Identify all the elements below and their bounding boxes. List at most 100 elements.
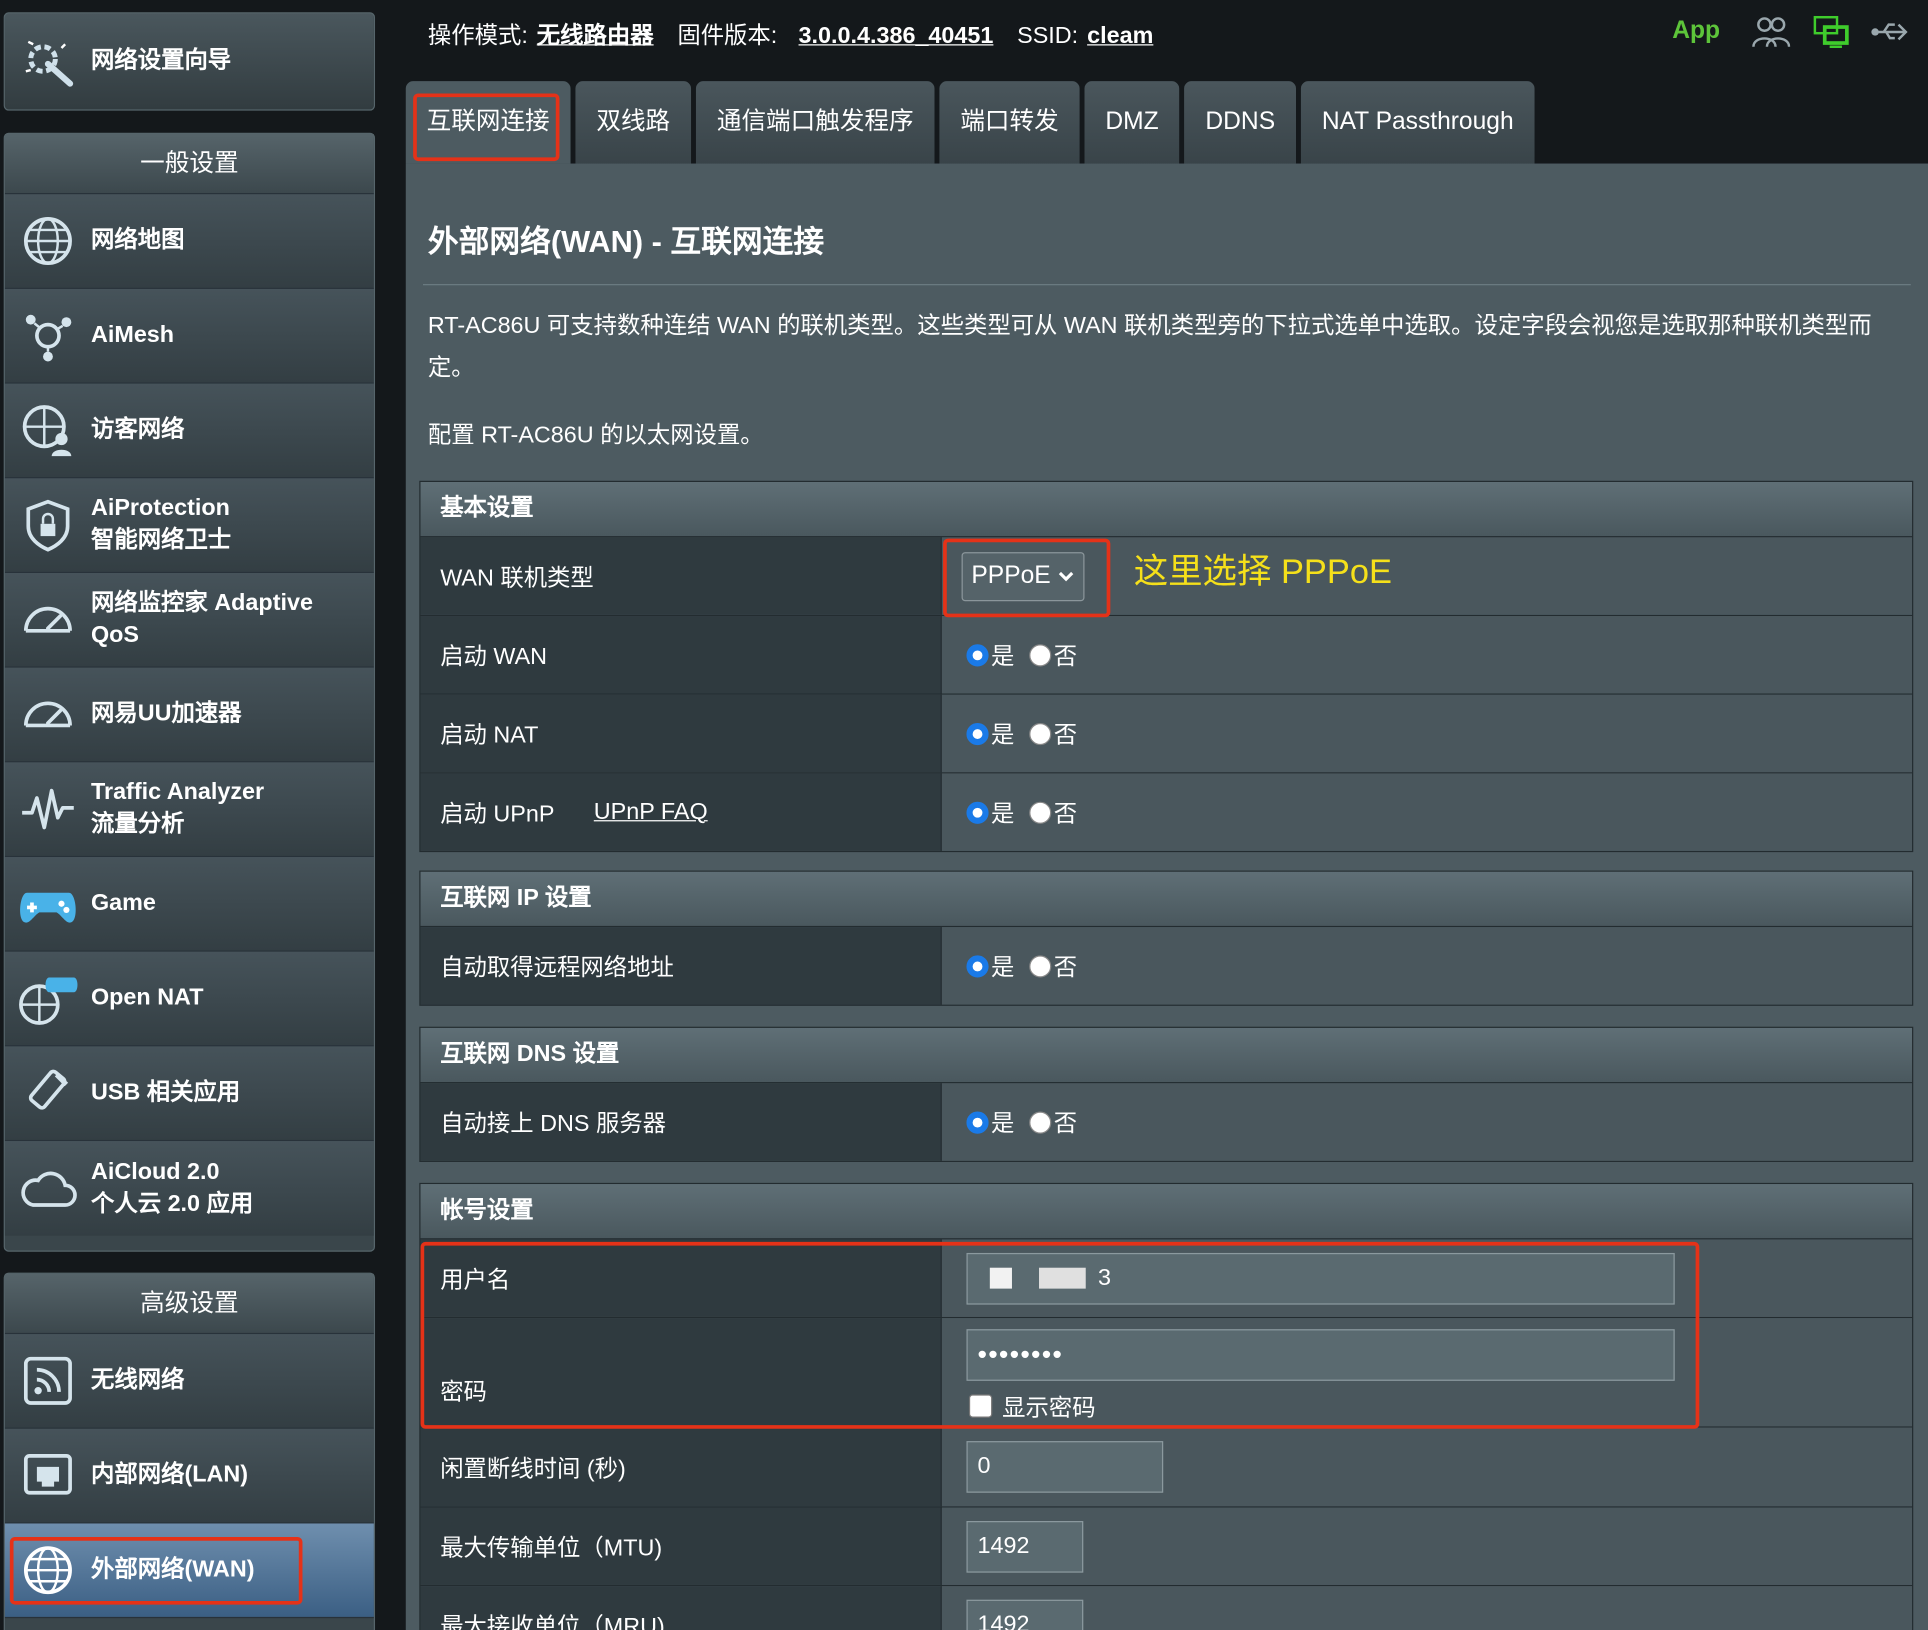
clients-icon[interactable] xyxy=(1751,15,1791,49)
wizard-label: 网络设置向导 xyxy=(90,47,232,74)
sidebar-item-adaptive-qos[interactable]: 网络监控家 Adaptive QoS xyxy=(4,572,374,668)
general-settings-menu: 一般设置 网络地图 AiMesh 访客网络 AiProtection 智能网络卫… xyxy=(3,132,376,1252)
auto-dns-row: 自动接上 DNS 服务器 是 否 xyxy=(420,1083,1913,1161)
page-description: RT-AC86U 可支持数种连结 WAN 的联机类型。这些类型可从 WAN 联机… xyxy=(427,313,1872,382)
quick-setup-wizard[interactable]: 网络设置向导 xyxy=(3,12,376,111)
mtu-input[interactable]: 1492 xyxy=(966,1520,1084,1573)
internet-ip-table: 互联网 IP 设置 自动取得远程网络地址 是 否 xyxy=(419,870,1914,1006)
wan-type-highlight xyxy=(943,538,1111,618)
enable-wan-yes-radio[interactable] xyxy=(966,643,989,666)
open-nat-icon xyxy=(17,968,78,1029)
yes-label: 是 xyxy=(991,1111,1015,1138)
sidebar-item-label: Game xyxy=(90,890,156,917)
title-divider xyxy=(422,284,1911,286)
sidebar-item-traffic-analyzer[interactable]: Traffic Analyzer 流量分析 xyxy=(4,762,374,858)
sidebar-item-aiprotection[interactable]: AiProtection 智能网络卫士 xyxy=(4,478,374,573)
idle-timeout-row: 闲置断线时间 (秒) 0 xyxy=(420,1427,1913,1508)
mru-input[interactable]: 1492 xyxy=(966,1599,1084,1630)
firmware-version-link[interactable]: 3.0.0.4.386_40451 xyxy=(799,23,994,49)
shield-lock-icon xyxy=(17,494,78,555)
tab-highlight xyxy=(413,93,560,162)
sidebar-item-game[interactable]: Game xyxy=(4,857,374,952)
basic-settings-heading: 基本设置 xyxy=(420,482,1913,538)
sidebar-item-label: AiProtection 智能网络卫士 xyxy=(90,495,232,554)
network-status-icon[interactable] xyxy=(1812,15,1851,49)
wan-menu-highlight xyxy=(9,1537,303,1605)
traffic-wave-icon xyxy=(17,778,78,839)
auto-dns-no-radio[interactable] xyxy=(1029,1110,1052,1134)
no-label: 否 xyxy=(1053,723,1078,749)
mesh-icon xyxy=(17,305,78,366)
no-label: 否 xyxy=(1053,801,1078,828)
sidebar-item-label: 无线网络 xyxy=(90,1367,185,1394)
sidebar-item-open-nat[interactable]: Open NAT xyxy=(4,951,374,1047)
ssid-link[interactable]: cleam xyxy=(1087,23,1153,49)
wireless-icon xyxy=(17,1350,78,1411)
mtu-label: 最大传输单位（MTU) xyxy=(420,1507,942,1585)
sidebar-item-lan[interactable]: 内部网络(LAN) xyxy=(4,1428,374,1524)
wan-tabs: 互联网连接 双线路 通信端口触发程序 端口转发 DMZ DDNS NAT Pas… xyxy=(405,81,1535,164)
app-link[interactable]: App xyxy=(1672,17,1720,45)
auto-ip-yes-radio[interactable] xyxy=(966,954,989,977)
tab-dual-wan[interactable]: 双线路 xyxy=(575,81,692,164)
sidebar-item-aicloud[interactable]: AiCloud 2.0 个人云 2.0 应用 xyxy=(4,1141,374,1236)
enable-wan-label: 启动 WAN xyxy=(420,616,942,694)
enable-upnp-row: 启动 UPnP UPnP FAQ 是 否 xyxy=(420,773,1913,851)
mru-label: 最大接收单位（MRU) xyxy=(420,1586,942,1630)
tab-nat-passthrough[interactable]: NAT Passthrough xyxy=(1300,81,1535,164)
internet-dns-table: 互联网 DNS 设置 自动接上 DNS 服务器 是 否 xyxy=(419,1026,1914,1162)
content-panel: 外部网络(WAN) - 互联网连接 RT-AC86U 可支持数种连结 WAN 的… xyxy=(405,163,1928,1630)
enable-nat-yes-radio[interactable] xyxy=(966,722,989,745)
upnp-faq-link[interactable]: UPnP FAQ xyxy=(594,799,708,826)
enable-wan-no-radio[interactable] xyxy=(1029,643,1052,666)
idle-timeout-input[interactable]: 0 xyxy=(966,1441,1164,1493)
operation-mode-label: 操作模式: xyxy=(427,23,528,50)
guest-network-icon xyxy=(17,400,78,461)
sidebar-item-usb-apps[interactable]: USB 相关应用 xyxy=(4,1046,374,1142)
sidebar-item-network-map[interactable]: 网络地图 xyxy=(4,194,374,289)
mru-row: 最大接收单位（MRU) 1492 xyxy=(420,1586,1913,1630)
enable-nat-row: 启动 NAT 是 否 xyxy=(420,694,1913,774)
firmware-label: 固件版本: xyxy=(677,23,778,50)
enable-upnp-yes-radio[interactable] xyxy=(966,801,989,824)
gamepad-icon xyxy=(17,873,78,934)
router-admin-page: 网络设置向导 一般设置 网络地图 AiMesh 访客网络 AiProtectio… xyxy=(0,0,1928,1630)
tab-port-trigger[interactable]: 通信端口触发程序 xyxy=(695,81,935,164)
internet-dns-heading: 互联网 DNS 设置 xyxy=(420,1027,1913,1084)
sidebar-item-label: AiMesh xyxy=(90,322,175,348)
sidebar-item-label: Open NAT xyxy=(90,984,204,1011)
sidebar-item-uu-accelerator[interactable]: 网易UU加速器 xyxy=(4,667,374,763)
ssid-label: SSID: xyxy=(1017,23,1079,50)
tab-port-forwarding[interactable]: 端口转发 xyxy=(939,81,1080,164)
lan-port-icon xyxy=(17,1445,78,1506)
ethernet-config-note: 配置 RT-AC86U 的以太网设置。 xyxy=(427,422,764,449)
speedometer-icon xyxy=(17,589,78,650)
auto-ip-no-radio[interactable] xyxy=(1029,954,1052,977)
wan-type-label: WAN 联机类型 xyxy=(420,537,942,615)
globe-map-icon xyxy=(17,210,78,271)
yes-label: 是 xyxy=(991,955,1015,982)
usb-status-icon[interactable] xyxy=(1869,15,1908,49)
enable-nat-label: 启动 NAT xyxy=(420,694,942,773)
tab-dmz[interactable]: DMZ xyxy=(1084,81,1180,164)
enable-nat-no-radio[interactable] xyxy=(1029,722,1052,745)
auto-dns-yes-radio[interactable] xyxy=(966,1110,989,1134)
idle-timeout-label: 闲置断线时间 (秒) xyxy=(420,1427,942,1507)
sidebar-item-aimesh[interactable]: AiMesh xyxy=(4,288,374,384)
sidebar-item-label: 网络监控家 Adaptive QoS xyxy=(90,590,313,648)
operation-mode-link[interactable]: 无线路由器 xyxy=(537,23,654,49)
sidebar-item-wireless[interactable]: 无线网络 xyxy=(4,1334,374,1429)
sidebar-item-guest-network[interactable]: 访客网络 xyxy=(4,383,374,479)
yes-label: 是 xyxy=(991,644,1015,671)
sidebar-item-label: AiCloud 2.0 个人云 2.0 应用 xyxy=(90,1158,254,1217)
sidebar-item-label: Traffic Analyzer 流量分析 xyxy=(90,779,265,838)
no-label: 否 xyxy=(1053,644,1078,671)
account-settings-heading: 帐号设置 xyxy=(420,1184,1913,1240)
cloud-icon xyxy=(17,1158,78,1219)
yes-label: 是 xyxy=(991,801,1015,828)
tab-ddns[interactable]: DDNS xyxy=(1184,81,1296,164)
sidebar-item-label: 访客网络 xyxy=(90,416,185,443)
enable-upnp-no-radio[interactable] xyxy=(1029,801,1052,824)
status-info-bar: 操作模式: 无线路由器 固件版本: 3.0.0.4.386_40451 SSID… xyxy=(428,17,1171,50)
enable-upnp-cell: 启动 UPnP UPnP FAQ xyxy=(420,773,942,851)
